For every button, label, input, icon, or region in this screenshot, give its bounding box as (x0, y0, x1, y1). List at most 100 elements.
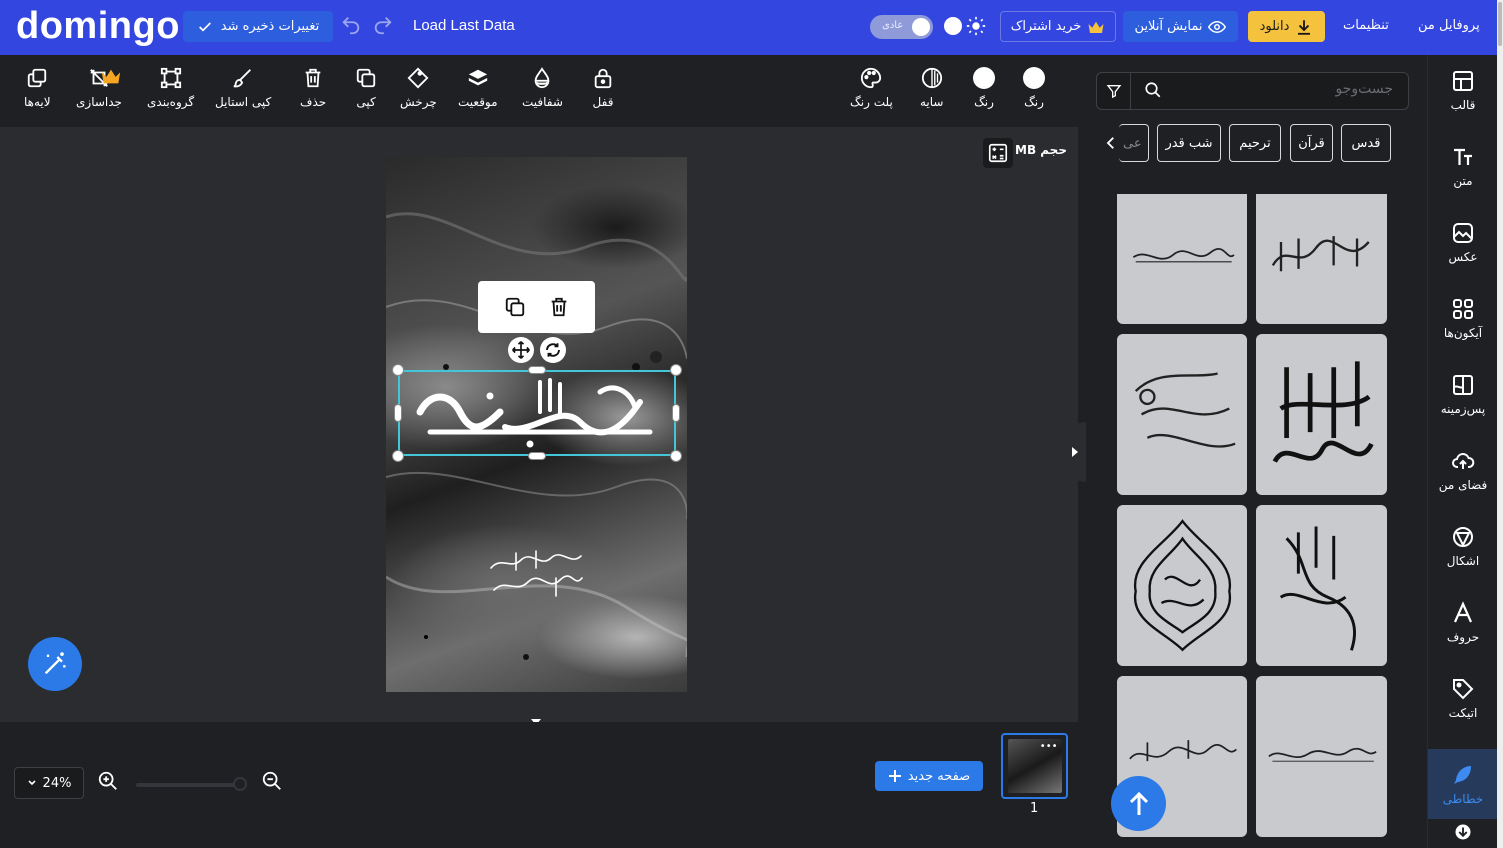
resize-handle-br[interactable] (670, 450, 682, 462)
brush-icon (233, 69, 252, 88)
zoom-slider-knob[interactable] (233, 777, 247, 791)
scroll-to-top-button[interactable] (1111, 776, 1166, 831)
chip-quds[interactable]: قدس (1341, 124, 1391, 162)
group-tool[interactable]: گروه‌بندی (147, 67, 194, 109)
sidebar-item-label: قالب (1450, 97, 1476, 112)
position-tool[interactable]: موقعیت (458, 67, 498, 109)
zoom-value: 24% (42, 775, 72, 791)
calligraphy-card[interactable] (1256, 505, 1387, 666)
saved-status-button[interactable]: تغییرات ذخیره شد (183, 11, 333, 42)
layers-tool[interactable]: لایه‌ها (24, 67, 51, 109)
shadow-tool[interactable]: سایه (920, 67, 943, 109)
sidebar-item-template[interactable]: قالب (1428, 55, 1498, 125)
chip-partial[interactable]: عی (1119, 124, 1149, 162)
group-icon (160, 67, 181, 89)
palette-tool[interactable]: پلت رنگ (850, 67, 893, 109)
zoom-out-icon[interactable] (261, 770, 283, 792)
chip-shab-ghadr[interactable]: شب قدر (1157, 124, 1221, 162)
small-calligraphy[interactable] (486, 548, 586, 604)
calligraphy-art (1272, 361, 1374, 463)
sidebar-item-letters[interactable]: حروف (1428, 587, 1498, 657)
more-icon[interactable]: ••• (1040, 741, 1058, 752)
rotate-tool[interactable]: چرخش (400, 67, 437, 109)
online-preview-button[interactable]: نمایش آنلاین (1123, 11, 1238, 42)
zoom-in-icon[interactable] (97, 770, 119, 792)
resize-handle-tr[interactable] (670, 364, 682, 376)
sidebar-item-shapes[interactable]: اشکال (1428, 511, 1498, 581)
copy-style-tool[interactable]: کپی استایل (215, 67, 271, 109)
undo-icon[interactable] (340, 14, 362, 36)
move-icon (512, 341, 530, 359)
search-input[interactable]: جست‌وجو (1335, 81, 1393, 97)
sidebar-item-background[interactable]: پس‌زمینه (1428, 359, 1498, 429)
new-page-button[interactable]: صفحه جدید (875, 761, 983, 791)
trash-icon[interactable] (548, 296, 570, 318)
magic-wand-button[interactable] (28, 637, 82, 691)
template-icon (1453, 70, 1473, 91)
sidebar-item-image[interactable]: عکس (1428, 207, 1498, 277)
sidebar-item-label: خطاطی (1442, 791, 1484, 806)
profile-link[interactable]: پروفایل من (1418, 18, 1480, 33)
resize-handle-tl[interactable] (392, 364, 404, 376)
settings-link[interactable]: تنظیمات (1343, 18, 1389, 33)
drop-icon (535, 67, 550, 89)
page-scrollbar-thumb[interactable] (1498, 2, 1502, 46)
resize-handle-right[interactable] (672, 404, 680, 422)
calligraphy-card[interactable] (1256, 676, 1387, 837)
sidebar-item-tag[interactable]: اتیکت (1428, 663, 1498, 733)
sidebar-item-icons[interactable]: آیکون‌ها (1428, 283, 1498, 353)
resize-handle-top[interactable] (528, 366, 546, 374)
panel-collapse-button[interactable] (1064, 422, 1086, 482)
check-icon (198, 21, 211, 32)
resize-handle-bl[interactable] (392, 450, 404, 462)
zoom-select[interactable]: 24% (14, 767, 84, 799)
chip-tarhim[interactable]: ترحیم (1229, 124, 1281, 162)
rotate-label: چرخش (400, 95, 437, 109)
sidebar-item-text[interactable]: متن (1428, 131, 1498, 201)
separate-tool[interactable]: جداسازی (76, 67, 122, 109)
calligraphy-card[interactable] (1256, 194, 1387, 324)
duplicate-icon[interactable] (504, 296, 526, 318)
color-tool-1[interactable]: رنگ (973, 67, 995, 109)
zoom-slider[interactable] (136, 783, 246, 787)
mode-toggle[interactable]: عادی (870, 15, 933, 39)
sidebar-item-calligraphy[interactable]: خطاطی (1428, 749, 1498, 819)
calligraphy-card[interactable] (1117, 194, 1247, 324)
file-size-button[interactable] (983, 138, 1013, 168)
chip-quran[interactable]: قرآن (1290, 124, 1333, 162)
subscribe-button[interactable]: خرید اشتراک (1000, 11, 1116, 42)
sidebar-item-label: حروف (1446, 629, 1480, 644)
move-handle[interactable] (508, 337, 534, 363)
calligraphy-card[interactable] (1256, 334, 1387, 495)
redo-icon[interactable] (372, 14, 394, 36)
resize-handle-left[interactable] (394, 404, 402, 422)
rotate-handle[interactable] (540, 337, 566, 363)
copy-tool[interactable]: کپی (355, 67, 377, 109)
lock-tool[interactable]: قفل (592, 67, 614, 109)
calligraphy-card[interactable] (1117, 334, 1247, 495)
top-bar: domingo تغییرات ذخیره شد Load Last Data … (0, 0, 1497, 55)
calligraphy-card[interactable] (1117, 505, 1247, 666)
page-scrollbar[interactable] (1497, 0, 1503, 848)
stack-icon (468, 69, 487, 86)
resize-handle-bottom[interactable] (528, 452, 546, 460)
rotate-refresh-icon (546, 343, 560, 357)
sidebar-item-my-space[interactable]: فضای من (1428, 435, 1498, 505)
theme-toggle[interactable] (944, 17, 962, 35)
filter-button[interactable] (1097, 73, 1131, 109)
load-last-data-button[interactable]: Load Last Data (413, 17, 515, 34)
delete-tool[interactable]: حذف (300, 67, 326, 109)
color-tool-2[interactable]: رنگ (1023, 67, 1045, 109)
background-icon (1453, 374, 1473, 395)
page-thumbnail[interactable]: ••• (1001, 733, 1068, 799)
group-label: گروه‌بندی (147, 95, 195, 109)
color-swatch (1023, 67, 1045, 89)
arrow-down-circle-icon (1455, 824, 1470, 840)
chevron-left-icon[interactable] (1102, 134, 1120, 152)
sidebar-scroll-down[interactable] (1428, 816, 1497, 848)
tag-icon (1453, 678, 1474, 699)
sun-icon[interactable] (966, 16, 986, 36)
logo[interactable]: domingo (16, 6, 180, 46)
download-button[interactable]: دانلود (1248, 11, 1325, 42)
opacity-tool[interactable]: شفافیت (522, 67, 563, 109)
